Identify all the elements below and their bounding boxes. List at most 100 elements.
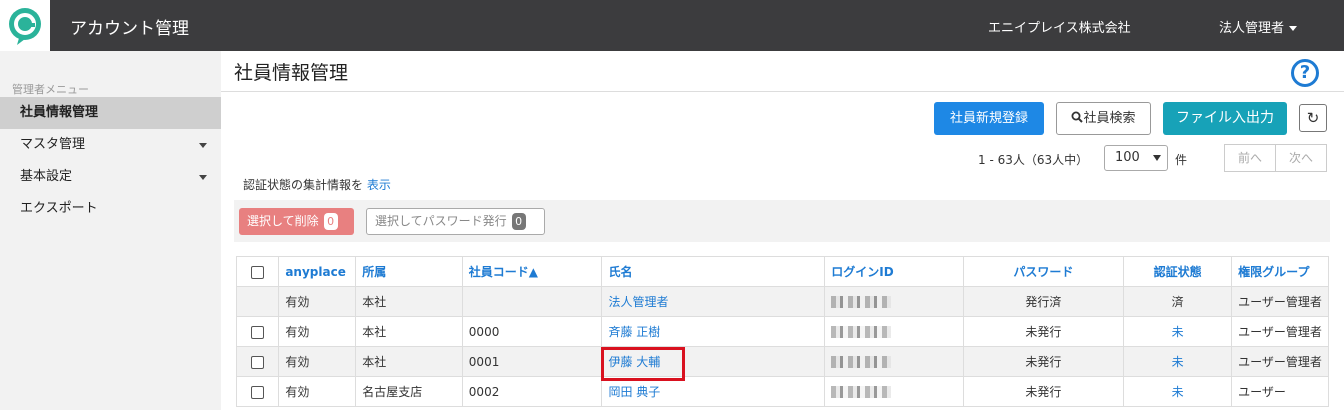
user-menu-label: 法人管理者 [1219,21,1285,36]
auth-status-link[interactable]: 未 [1172,325,1184,339]
cell-status: 有効 [278,346,357,377]
issue-password-button[interactable]: 選択してパスワード発行 0 [366,208,545,235]
cell-code: 0001 [461,346,603,377]
sidebar-item-label: エクスポート [20,201,98,216]
cell-name: 斉藤 正樹 [601,316,826,347]
sidebar-item-label: 基本設定 [20,169,73,184]
redacted-login-id [831,386,892,398]
delete-selected-label: 選択して削除 [247,214,319,228]
cell-group: ユーザー [1231,376,1329,407]
search-employee-button[interactable]: 社員検索 [1056,102,1151,135]
auth-status-link[interactable]: 未 [1172,355,1184,369]
cell-dept: 本社 [355,346,463,377]
search-button-label: 社員検索 [1083,111,1136,126]
select-all-checkbox[interactable] [235,256,280,287]
caret-down-icon [199,175,207,180]
auth-summary: 認証状態の集計情報を 表示 [243,176,391,193]
auth-summary-show-link[interactable]: 表示 [367,178,391,192]
user-menu[interactable]: 法人管理者 [1219,17,1298,36]
table-row: 有効 本社 0000 斉藤 正樹 未発行 未 ユーザー管理者 [235,316,1329,347]
cell-password: 発行済 [962,286,1125,317]
sidebar-item-export[interactable]: エクスポート [0,193,221,225]
column-header-group[interactable]: 権限グループ [1231,256,1329,287]
per-page-value: 100 [1115,150,1140,165]
issue-password-count-badge: 0 [511,213,526,230]
cell-auth-status: 未 [1123,316,1233,347]
row-checkbox-cell [235,286,280,317]
app-title: アカウント管理 [70,19,189,39]
employee-name-link[interactable]: 岡田 典子 [608,385,660,399]
issue-password-label: 選択してパスワード発行 [375,214,507,228]
row-checkbox[interactable] [235,316,280,347]
employee-table: anyplace 所属 社員コード▲ 氏名 ログインID パスワード 認証状態 … [235,256,1329,407]
top-navbar: アカウント管理 エニイプレイス株式会社 法人管理者 [0,0,1344,51]
table-row: 有効 名古屋支店 0002 岡田 典子 未発行 未 ユーザー [235,376,1329,407]
delete-selected-button[interactable]: 選択して削除 0 [239,208,354,235]
cell-status: 有効 [278,316,357,347]
cell-password: 未発行 [962,376,1125,407]
sidebar-heading: 管理者メニュー [12,83,89,96]
cell-dept: 本社 [355,286,463,317]
sidebar-item-label: マスタ管理 [20,137,86,152]
table-header-row: anyplace 所属 社員コード▲ 氏名 ログインID パスワード 認証状態 … [235,256,1329,287]
cell-password: 未発行 [962,346,1125,377]
cell-password: 未発行 [962,316,1125,347]
row-checkbox[interactable] [235,376,280,407]
cell-dept: 本社 [355,316,463,347]
logo-icon [9,8,41,45]
cell-status: 有効 [278,376,357,407]
highlight-box [601,347,685,381]
sidebar-item-master[interactable]: マスタ管理 [0,129,221,161]
refresh-button[interactable]: ↻ [1299,104,1327,132]
cell-group: ユーザー管理者 [1231,346,1329,377]
column-header-login-id[interactable]: ログインID [824,256,964,287]
table-row: 有効 本社 法人管理者 発行済 済 ユーザー管理者 [235,286,1329,317]
cell-auth-status: 未 [1123,346,1233,377]
row-checkbox[interactable] [235,346,280,377]
sidebar-item-employee-info[interactable]: 社員情報管理 [0,97,221,129]
auth-status-link[interactable]: 未 [1172,385,1184,399]
employee-name-link[interactable]: 斉藤 正樹 [608,325,660,339]
cell-name: 岡田 典子 [601,376,826,407]
cell-group: ユーザー管理者 [1231,286,1329,317]
prev-page-button[interactable]: 前へ [1224,144,1276,172]
per-page-unit: 件 [1175,153,1188,167]
column-header-dept[interactable]: 所属 [355,256,463,287]
delete-count-badge: 0 [323,213,338,230]
column-header-auth-status[interactable]: 認証状態 [1123,256,1233,287]
redacted-login-id [831,326,892,338]
file-io-button[interactable]: ファイル入出力 [1163,102,1287,135]
cell-auth-status: 済 [1123,286,1233,317]
cell-code: 0002 [461,376,603,407]
company-name: エニイプレイス株式会社 [988,21,1131,36]
cell-group: ユーザー管理者 [1231,316,1329,347]
cell-login-id [824,316,964,347]
result-count: 1 - 63人（63人中） [978,153,1089,167]
cell-code [461,286,603,317]
column-header-name[interactable]: 氏名 [601,256,826,287]
page-title: 社員情報管理 [234,62,349,84]
search-icon [1071,111,1084,123]
register-employee-button[interactable]: 社員新規登録 [934,102,1044,135]
column-header-anyplace[interactable]: anyplace [278,256,357,287]
cell-name: 法人管理者 [601,286,826,317]
cell-auth-status: 未 [1123,376,1233,407]
cell-dept: 名古屋支店 [355,376,463,407]
next-page-button[interactable]: 次へ [1275,144,1327,172]
auth-summary-text: 認証状態の集計情報を [243,178,364,192]
table-row: 有効 本社 0001 伊藤 大輔 未発行 未 ユーザー管理者 [235,346,1329,377]
per-page-select[interactable]: 100 [1104,145,1168,171]
chevron-down-icon [1153,155,1161,161]
refresh-icon: ↻ [1306,109,1320,127]
redacted-login-id [831,296,892,308]
employee-name-link[interactable]: 法人管理者 [608,295,668,309]
cell-code: 0000 [461,316,603,347]
column-header-password[interactable]: パスワード [962,256,1125,287]
sidebar-item-label: 社員情報管理 [20,105,99,120]
app-logo[interactable] [0,0,50,51]
help-icon[interactable]: ? [1291,59,1319,87]
column-header-code[interactable]: 社員コード▲ [461,256,603,287]
sidebar-item-basic-settings[interactable]: 基本設定 [0,161,221,193]
sidebar: 管理者メニュー 社員情報管理 マスタ管理 基本設定 エクスポート [0,51,221,410]
cell-login-id [824,376,964,407]
